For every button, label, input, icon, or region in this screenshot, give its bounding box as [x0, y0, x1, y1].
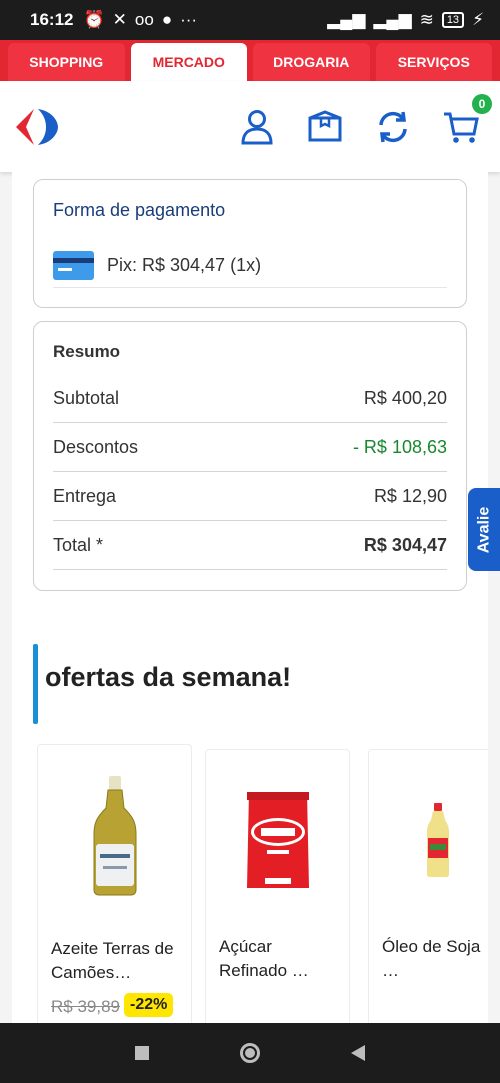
feedback-tab[interactable]: Avalie [468, 488, 500, 571]
product-name: Açúcar Refinado … [219, 937, 309, 980]
summary-row-discounts: Descontos - R$ 108,63 [53, 423, 447, 472]
cart-button[interactable]: 0 [442, 93, 492, 146]
summary-label: Entrega [53, 485, 117, 506]
cart-icon [444, 112, 479, 143]
checkout-summary: Forma de pagamento Pix: R$ 304,47 (1x) R… [12, 172, 488, 1023]
summary-row-subtotal: Subtotal R$ 400,20 [53, 374, 447, 423]
summary-label: Total * [53, 534, 104, 555]
summary-value: R$ 12,90 [373, 485, 447, 506]
summary-value-discount: - R$ 108,63 [352, 436, 447, 457]
charging-icon: ⚡ [472, 10, 484, 29]
offers-accent-bar [33, 644, 38, 724]
recent-apps-icon[interactable] [135, 1046, 150, 1060]
summary-value: R$ 400,20 [363, 387, 447, 408]
summary-row-delivery: Entrega R$ 12,90 [53, 472, 447, 521]
tab-shopping[interactable]: SHOPPING [8, 43, 125, 81]
refresh-icon[interactable] [374, 108, 412, 146]
app-icon: ● [161, 10, 173, 29]
product-image [206, 770, 349, 910]
alarm-icon: ⏰ [83, 10, 105, 29]
user-icon[interactable] [238, 108, 276, 146]
product-card[interactable]: Azeite Terras de Camões… R$ 39,89 -22% [37, 744, 192, 1023]
more-notifications-icon: ··· [180, 10, 198, 29]
credit-card-icon [53, 251, 94, 280]
offers-title: ofertas da semana! [45, 662, 292, 692]
x-app-icon: ✕ [112, 10, 127, 29]
tab-servicos[interactable]: SERVIÇOS [375, 43, 492, 81]
system-navigation-bar [0, 1023, 500, 1083]
product-discount-badge: -22% [124, 993, 174, 1017]
product-image [369, 770, 488, 910]
status-time: 16:12 [30, 10, 74, 29]
feedback-label: Avalie [475, 506, 493, 553]
store-tabs: SHOPPING MERCADO DROGARIA SERVIÇOS [0, 40, 500, 81]
tab-mercado[interactable]: MERCADO [130, 43, 247, 81]
back-icon[interactable] [350, 1045, 365, 1061]
payment-method-text: Pix: R$ 304,47 (1x) [107, 255, 262, 275]
product-card[interactable]: Óleo de Soja … [368, 749, 488, 1023]
battery-icon: 13 [441, 12, 465, 28]
tab-drogaria[interactable]: DROGARIA [253, 43, 370, 81]
product-card[interactable]: Açúcar Refinado … [205, 749, 350, 1023]
summary-label: Subtotal [53, 387, 120, 408]
product-name: Óleo de Soja … [382, 937, 481, 980]
signal-icon: ▂▄▆ [327, 10, 366, 29]
payment-card: Forma de pagamento Pix: R$ 304,47 (1x) [33, 179, 467, 308]
carrefour-logo[interactable] [12, 105, 60, 149]
summary-row-total: Total * R$ 304,47 [53, 521, 447, 570]
payment-method-row: Pix: R$ 304,47 (1x) [53, 244, 447, 288]
status-bar: 16:12 ⏰ ✕ oo ● ··· ▂▄▆ ▂▄▆ ≋ 13 ⚡ [0, 0, 500, 40]
signal-icon-2: ▂▄▆ [373, 10, 412, 29]
summary-value-total: R$ 304,47 [363, 534, 447, 555]
orders-box-icon[interactable] [306, 108, 344, 146]
summary-card: Resumo Subtotal R$ 400,20 Descontos - R$… [33, 321, 467, 591]
cart-count-badge: 0 [472, 93, 492, 114]
voicemail-icon: oo [134, 10, 154, 29]
summary-label: Descontos [53, 436, 139, 457]
header: 0 [0, 81, 500, 172]
payment-title: Forma de pagamento [53, 200, 226, 220]
product-image [38, 765, 191, 905]
product-name: Azeite Terras de Camões… [51, 939, 174, 982]
product-old-price: R$ 39,89 [51, 997, 120, 1016]
wifi-icon: ≋ [419, 10, 434, 29]
summary-title: Resumo [53, 342, 121, 361]
home-icon[interactable] [239, 1043, 260, 1063]
